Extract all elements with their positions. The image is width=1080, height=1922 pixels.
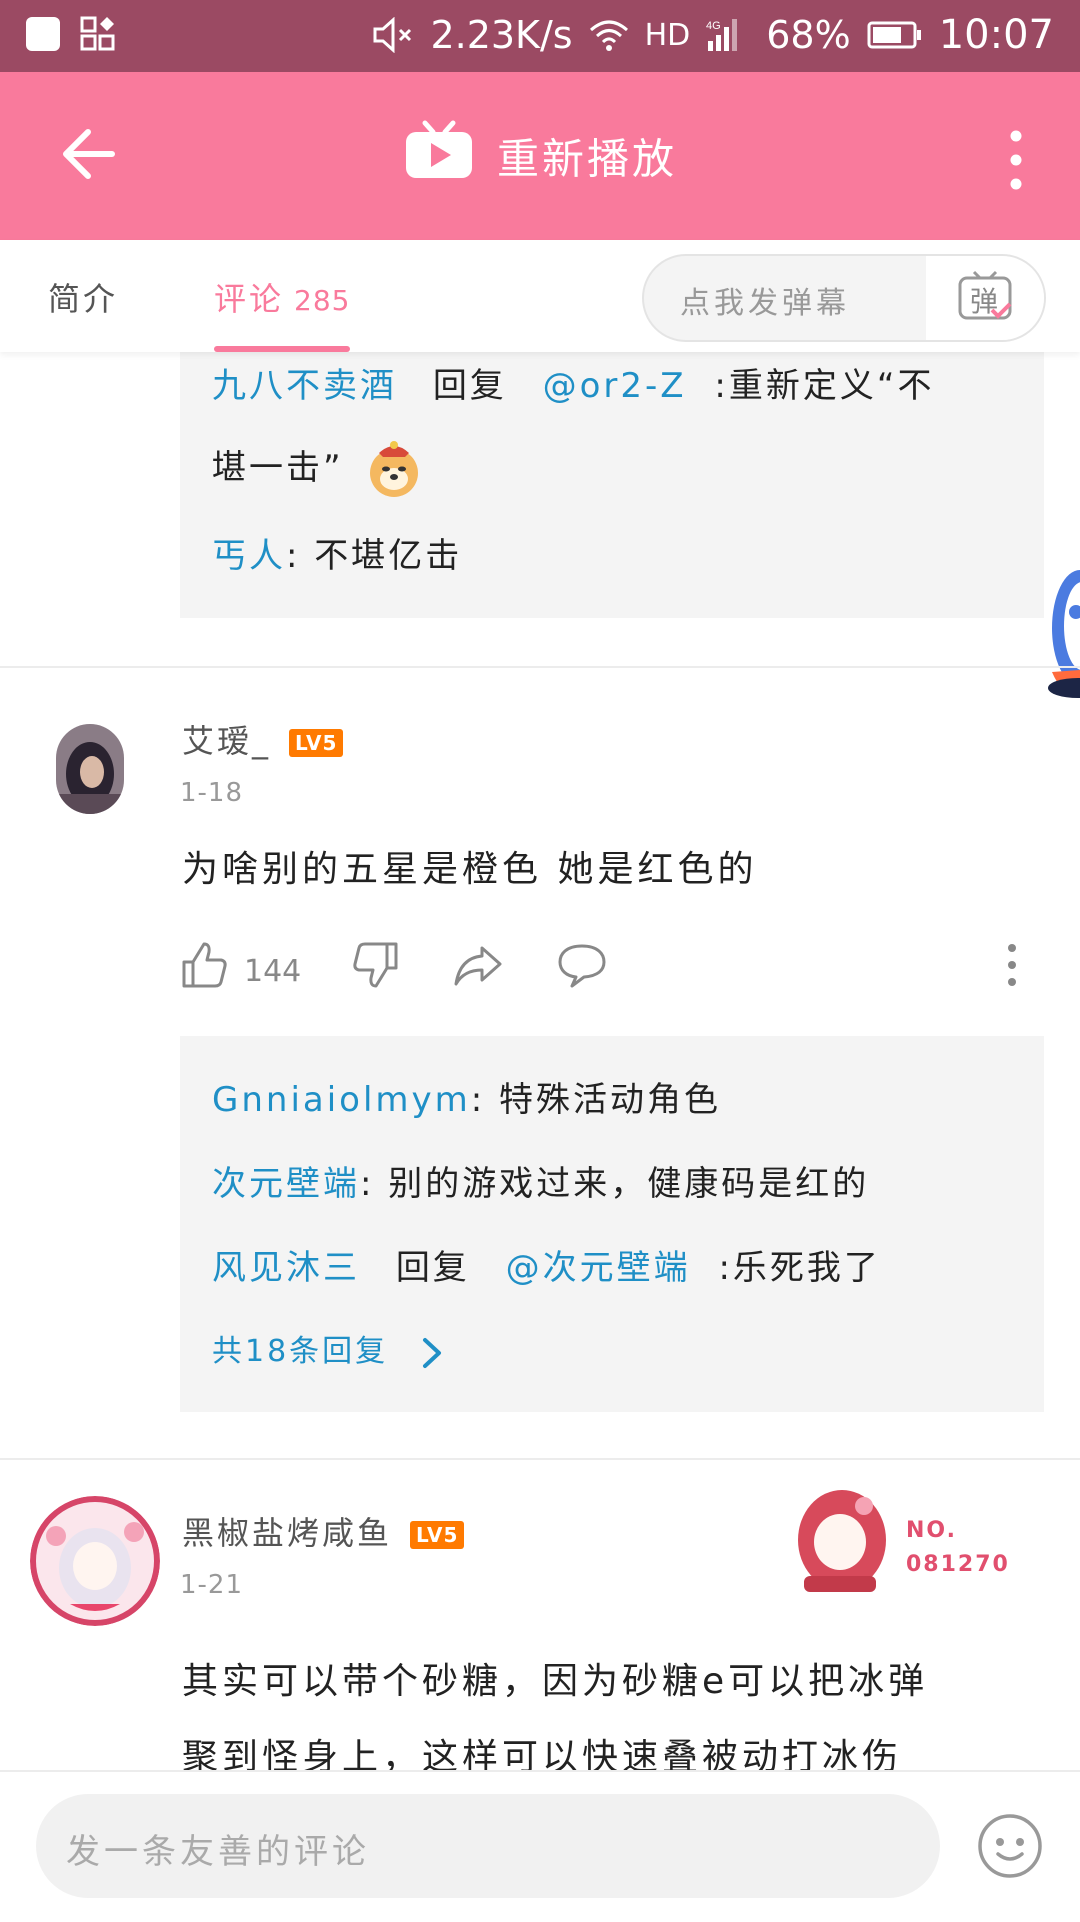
level-badge: LV5	[289, 729, 344, 757]
reply-text: : 别的游戏过来，健康码是红的	[360, 1164, 870, 1204]
comment-author[interactable]: 艾瑷_ LV5	[182, 716, 344, 762]
comment-input-placeholder: 发一条友善的评论	[66, 1832, 370, 1872]
comment-username: 黑椒盐烤咸鱼	[182, 1514, 393, 1552]
replay-button[interactable]: 重新播放	[0, 120, 1080, 192]
view-all-replies-link[interactable]: 共18条回复	[212, 1326, 445, 1370]
reply-icon[interactable]	[556, 940, 608, 990]
fan-badge: NO. 081270	[786, 1480, 1008, 1596]
reply-text: :重新定义“不	[714, 366, 935, 406]
danmaku-toggle-button[interactable]: 弹	[926, 256, 1044, 340]
fan-badge-no-value: 081270	[906, 1552, 1010, 1577]
reply-line: Gnniaiolmym: 特殊活动角色	[212, 1072, 721, 1121]
reply-username[interactable]: 次元壁端	[212, 1164, 360, 1204]
comment-actions: 144	[180, 940, 1040, 1000]
comment-compose-bar: 发一条友善的评论	[0, 1770, 1080, 1922]
danmaku-icon: 弹	[958, 270, 1012, 320]
app-bar: 重新播放	[0, 72, 1080, 240]
comment-input[interactable]: 发一条友善的评论	[36, 1794, 940, 1898]
comment-divider	[0, 1458, 1080, 1460]
comment-divider	[0, 666, 1080, 668]
comment-text-line: 其实可以带个砂糖，因为砂糖e可以把冰弹	[182, 1661, 929, 1702]
reply-text: :乐死我了	[718, 1248, 881, 1288]
reply-username[interactable]: Gnniaiolmym	[212, 1080, 471, 1120]
reply-line: 丐人: 不堪亿击	[212, 528, 462, 577]
emoji-icon[interactable]	[976, 1812, 1044, 1880]
reply-text: 堪一击”	[212, 448, 344, 488]
network-type: HD	[644, 17, 691, 53]
comment-more-icon[interactable]	[1006, 940, 1018, 990]
battery-icon	[867, 21, 921, 49]
signal-icon: 4G	[706, 19, 738, 51]
previous-replies-box: 九八不卖酒 回复 @or2-Z :重新定义“不 堪一击” 丐人: 不堪亿击	[180, 352, 1044, 618]
reply-word: 回复	[395, 1248, 470, 1288]
tab-comments[interactable]: 评论 285	[214, 274, 350, 320]
network-speed: 2.23K/s	[430, 13, 573, 57]
reply-username[interactable]: 九八不卖酒	[212, 366, 397, 406]
rocket-float-icon[interactable]	[1040, 560, 1080, 700]
comment-username: 艾瑷_	[182, 722, 272, 760]
danmaku-placeholder: 点我发弹幕	[680, 286, 850, 321]
fan-badge-number: NO. 081270	[906, 1514, 1010, 1582]
reply-preview-box[interactable]: Gnniaiolmym: 特殊活动角色 次元壁端: 别的游戏过来，健康码是红的 …	[180, 1036, 1044, 1412]
fan-badge-no-label: NO.	[906, 1518, 957, 1543]
doge-emoji-icon	[370, 440, 419, 497]
like-count: 144	[244, 954, 302, 989]
reply-username[interactable]: 风见沐三	[212, 1248, 360, 1288]
status-bar: 2.23K/s HD 4G 68% 10:07	[0, 0, 1080, 72]
apps-icon	[80, 16, 115, 51]
replay-label: 重新播放	[496, 134, 677, 184]
comments-count: 285	[294, 284, 351, 317]
avatar[interactable]	[56, 724, 124, 814]
reply-line-continued: 堪一击”	[212, 440, 423, 499]
share-icon[interactable]	[452, 940, 504, 990]
avatar-image	[30, 1496, 160, 1626]
tab-intro[interactable]: 简介	[48, 274, 118, 320]
reply-mention[interactable]: @or2-Z	[543, 366, 687, 406]
mute-icon	[373, 17, 412, 53]
avatar[interactable]	[30, 1496, 160, 1626]
svg-text:4G: 4G	[706, 20, 721, 32]
reply-word: 回复	[432, 366, 507, 406]
avatar-image	[56, 724, 124, 814]
dislike-icon[interactable]	[352, 940, 400, 990]
wifi-icon	[589, 20, 628, 51]
comment-text: 为啥别的五星是橙色 她是红色的	[182, 849, 758, 890]
tv-play-icon	[405, 120, 472, 178]
reply-text: : 不堪亿击	[286, 536, 463, 576]
chevron-right-icon	[422, 1337, 441, 1368]
tab-indicator	[214, 346, 350, 352]
comment-date: 1-18	[180, 778, 244, 808]
level-badge: LV5	[410, 1521, 465, 1549]
danmaku-input[interactable]: 点我发弹幕 弹	[642, 254, 1046, 342]
reply-line: 风见沐三 回复 @次元壁端 :乐死我了	[212, 1240, 881, 1289]
more-menu-icon[interactable]	[1008, 128, 1024, 192]
battery-percent: 68%	[766, 13, 851, 57]
reply-mention[interactable]: @次元壁端	[506, 1248, 691, 1288]
reply-line: 九八不卖酒 回复 @or2-Z :重新定义“不	[212, 358, 935, 407]
like-icon[interactable]	[180, 940, 228, 990]
comment-author[interactable]: 黑椒盐烤咸鱼 LV5	[182, 1508, 465, 1554]
comment-date: 1-21	[180, 1570, 244, 1600]
notification-icon	[26, 17, 60, 51]
clock: 10:07	[938, 12, 1054, 58]
reply-username[interactable]: 丐人	[212, 536, 286, 576]
reply-line: 次元壁端: 别的游戏过来，健康码是红的	[212, 1156, 869, 1205]
reply-text: : 特殊活动角色	[470, 1080, 722, 1120]
tab-comments-label: 评论	[214, 280, 285, 318]
fan-badge-image	[798, 1490, 886, 1592]
view-all-replies-label: 共18条回复	[212, 1334, 389, 1369]
